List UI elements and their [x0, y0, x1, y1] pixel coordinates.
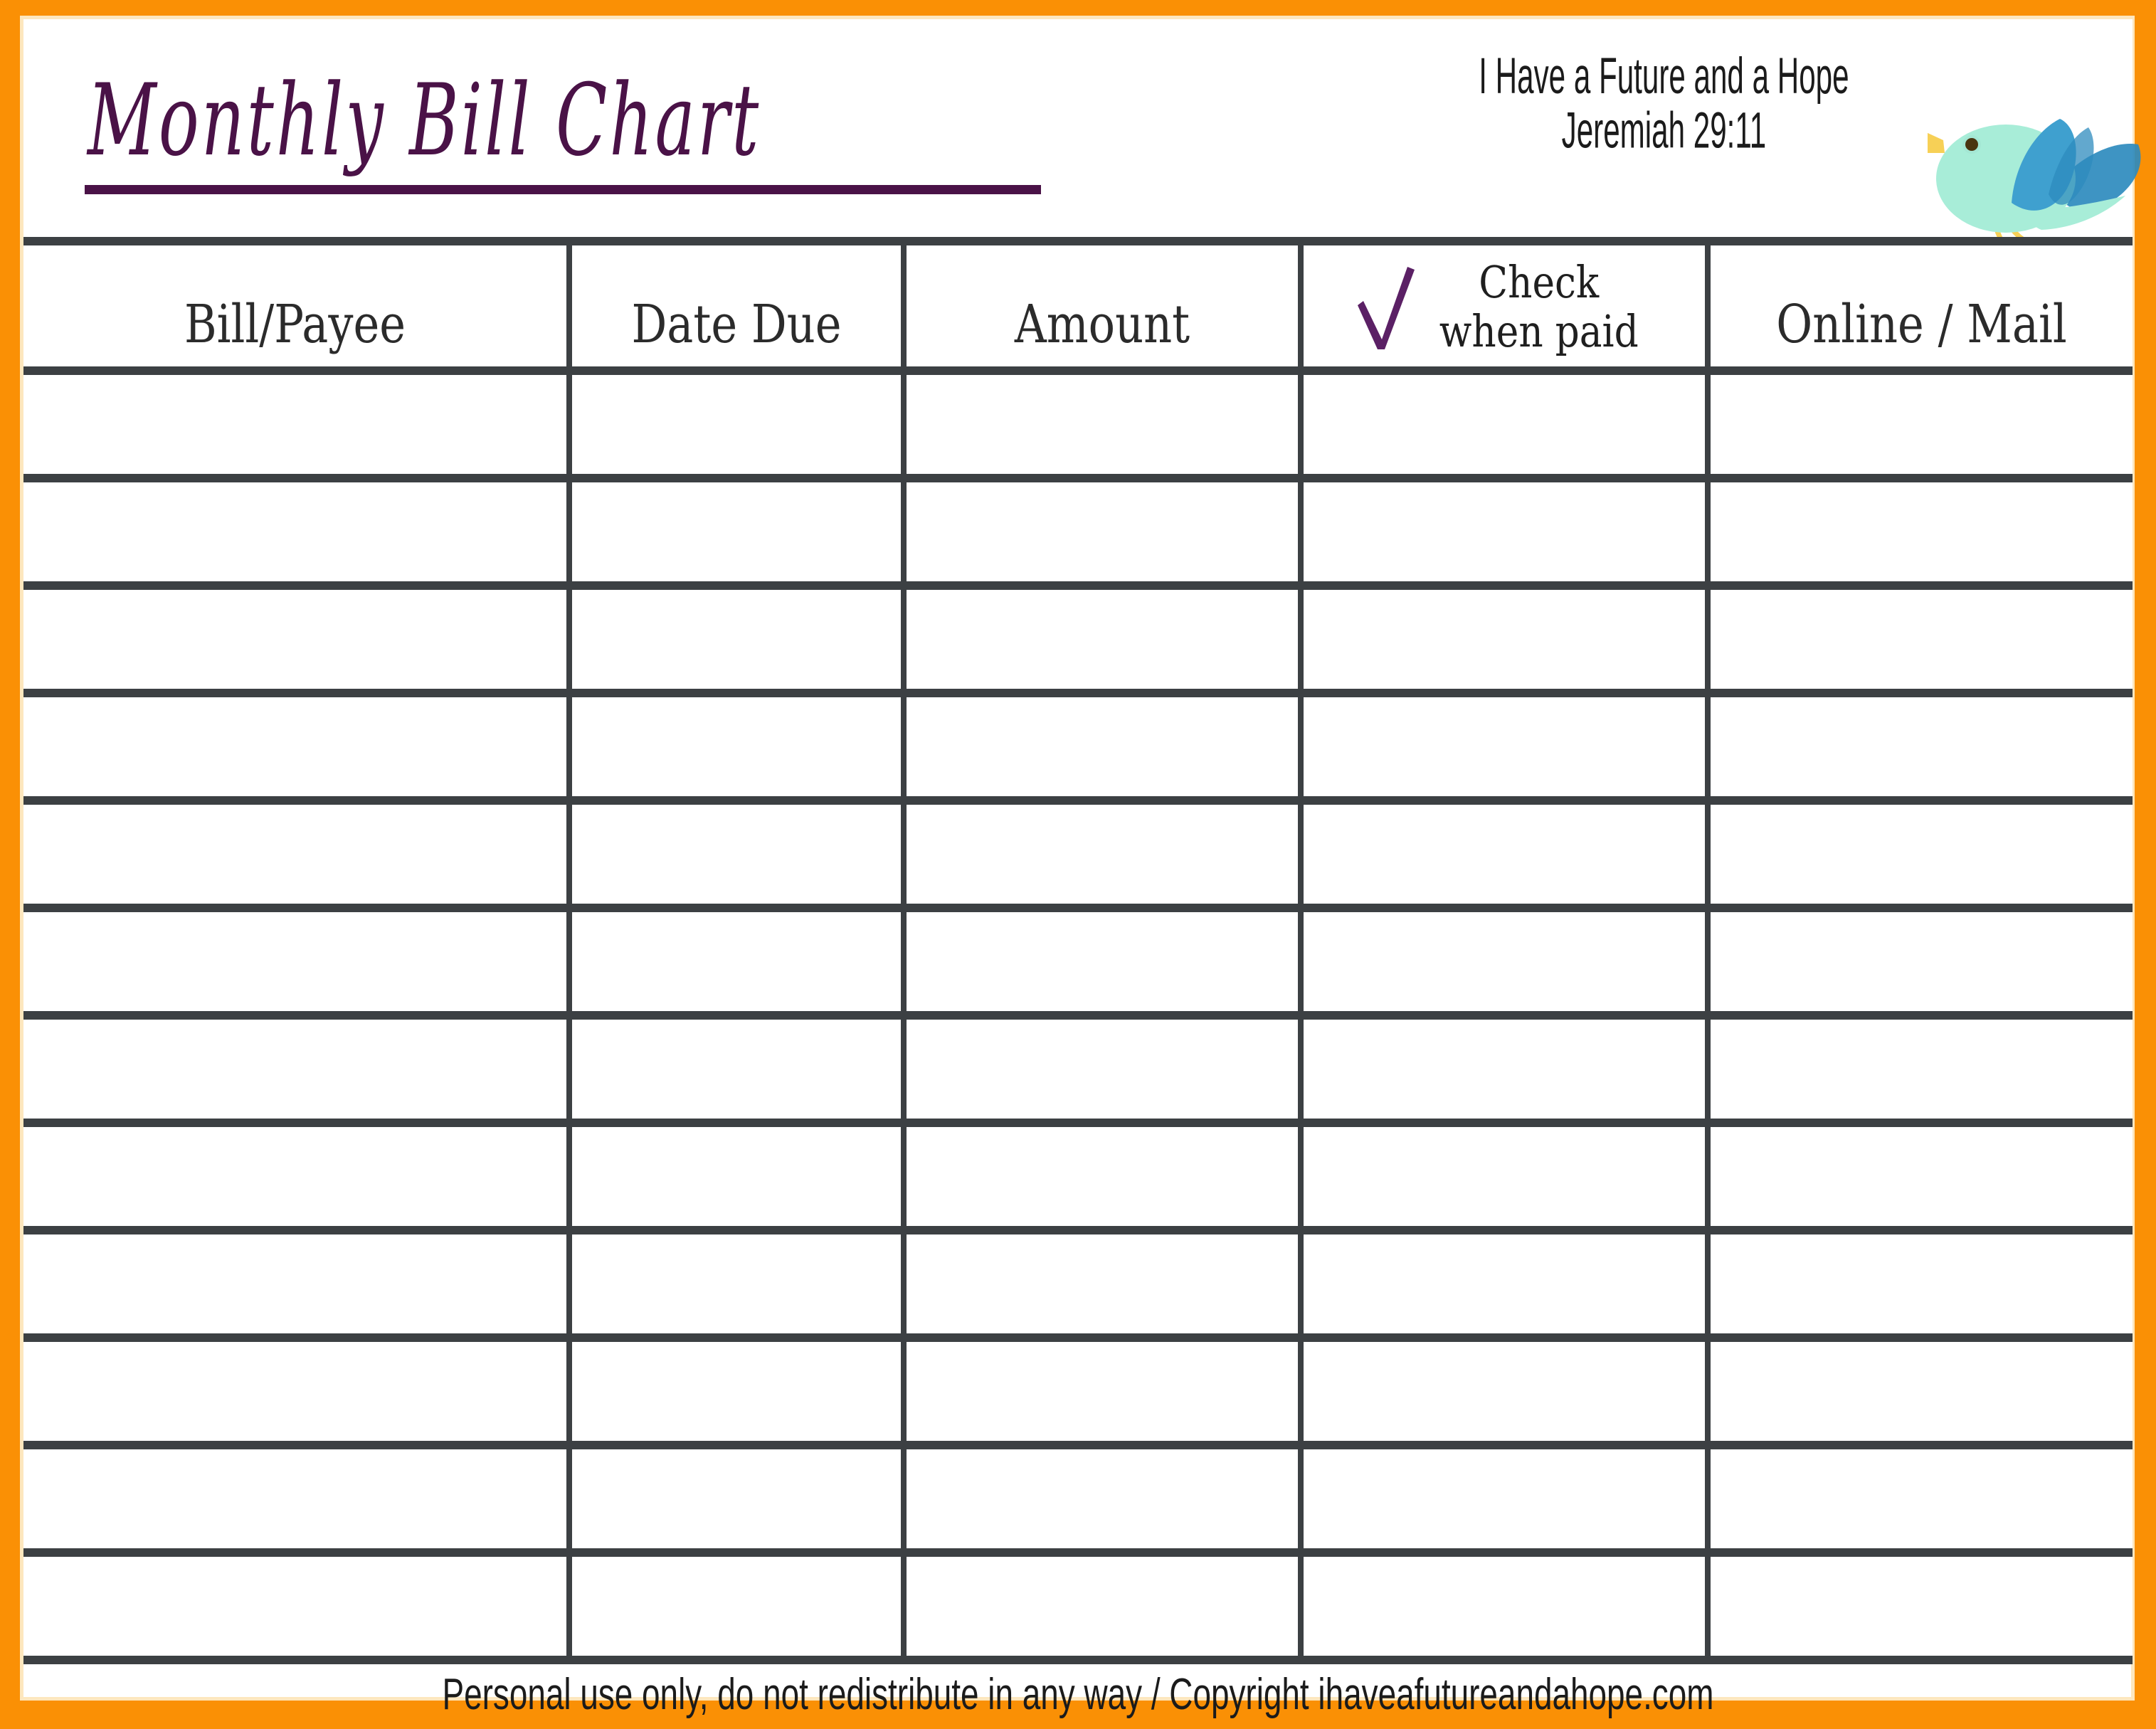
page-border-top: [0, 0, 2156, 16]
table-row: [23, 581, 2133, 697]
cell-amount[interactable]: [901, 1441, 1304, 1557]
cell-bill[interactable]: [23, 904, 572, 1020]
cell-amount[interactable]: [901, 1333, 1304, 1449]
page-title: Monthly Bill Chart: [88, 62, 761, 179]
copyright-footer: Personal use only, do not redistribute i…: [442, 1670, 1714, 1719]
table-row: [23, 1333, 2133, 1449]
cell-bill[interactable]: [23, 474, 572, 590]
column-header-date-due: Date Due: [566, 237, 907, 375]
cell-amount[interactable]: [901, 1548, 1304, 1664]
cell-online[interactable]: [1705, 1333, 2133, 1449]
cell-date[interactable]: [566, 581, 907, 697]
cell-online[interactable]: [1705, 1548, 2133, 1664]
cell-check[interactable]: [1298, 796, 1711, 912]
cell-check[interactable]: [1298, 1333, 1711, 1449]
check-header-line-2: when paid: [1439, 305, 1639, 357]
cell-online[interactable]: [1705, 1226, 2133, 1342]
table-row: [23, 366, 2133, 482]
cell-date[interactable]: [566, 904, 907, 1020]
cell-amount[interactable]: [901, 581, 1304, 697]
cell-date[interactable]: [566, 1011, 907, 1127]
cell-check[interactable]: [1298, 1548, 1711, 1664]
cell-check[interactable]: [1298, 474, 1711, 590]
column-header-check-when-paid-label: Check when paid: [1439, 255, 1639, 357]
table-row: [23, 689, 2133, 805]
cell-amount[interactable]: [901, 474, 1304, 590]
cell-check[interactable]: [1298, 1119, 1711, 1234]
cell-bill[interactable]: [23, 1119, 572, 1234]
cell-amount[interactable]: [901, 904, 1304, 1020]
column-header-online-mail-label: Online / Mail: [1776, 294, 2067, 355]
cell-bill[interactable]: [23, 1226, 572, 1342]
table-header-row: Bill/Payee Date Due Amount Check when pa…: [23, 237, 2133, 375]
column-header-bill-payee: Bill/Payee: [23, 237, 572, 375]
header-band: Monthly Bill Chart I Have a Future and a…: [23, 19, 2141, 265]
cell-date[interactable]: [566, 689, 907, 805]
table-row: [23, 796, 2133, 912]
cell-bill[interactable]: [23, 1333, 572, 1449]
cell-amount[interactable]: [901, 1226, 1304, 1342]
cell-bill[interactable]: [23, 1441, 572, 1557]
cell-date[interactable]: [566, 1226, 907, 1342]
cell-bill[interactable]: [23, 1548, 572, 1664]
cell-date[interactable]: [566, 1333, 907, 1449]
table-row: [23, 1119, 2133, 1234]
tagline-line-2: Jeremiah 29:11: [1561, 102, 1767, 159]
column-header-online-mail: Online / Mail: [1705, 237, 2133, 375]
table-body: [23, 366, 2133, 1664]
cell-check[interactable]: [1298, 366, 1711, 482]
table-row: [23, 1441, 2133, 1557]
check-header-line-1: Check: [1479, 255, 1600, 308]
cell-amount[interactable]: [901, 366, 1304, 482]
page-title-underline: [85, 185, 1041, 194]
cell-check[interactable]: [1298, 904, 1711, 1020]
cell-online[interactable]: [1705, 796, 2133, 912]
cell-online[interactable]: [1705, 1119, 2133, 1234]
cell-date[interactable]: [566, 366, 907, 482]
cell-bill[interactable]: [23, 366, 572, 482]
cell-bill[interactable]: [23, 1011, 572, 1127]
cell-online[interactable]: [1705, 1011, 2133, 1127]
cell-online[interactable]: [1705, 1441, 2133, 1557]
cell-amount[interactable]: [901, 1119, 1304, 1234]
cell-check[interactable]: [1298, 1441, 1711, 1557]
cell-date[interactable]: [566, 1119, 907, 1234]
cell-date[interactable]: [566, 796, 907, 912]
cell-date[interactable]: [566, 1441, 907, 1557]
cell-online[interactable]: [1705, 474, 2133, 590]
cell-date[interactable]: [566, 1548, 907, 1664]
cell-online[interactable]: [1705, 689, 2133, 805]
cell-amount[interactable]: [901, 689, 1304, 805]
cell-check[interactable]: [1298, 1011, 1711, 1127]
cell-amount[interactable]: [901, 796, 1304, 912]
cell-online[interactable]: [1705, 904, 2133, 1020]
cell-bill[interactable]: [23, 689, 572, 805]
column-header-amount-label: Amount: [1014, 294, 1190, 355]
table-row: [23, 1548, 2133, 1664]
cell-online[interactable]: [1705, 366, 2133, 482]
cell-bill[interactable]: [23, 581, 572, 697]
cell-online[interactable]: [1705, 581, 2133, 697]
check-mark-icon: [1358, 267, 1415, 349]
monthly-bill-table: Bill/Payee Date Due Amount Check when pa…: [23, 237, 2133, 1664]
cell-check[interactable]: [1298, 1226, 1711, 1342]
tagline: I Have a Future and a Hope Jeremiah 29:1…: [1430, 47, 1898, 159]
column-header-date-due-label: Date Due: [631, 294, 842, 355]
column-header-amount: Amount: [901, 237, 1304, 375]
page-border-left: [0, 0, 20, 1729]
column-header-bill-payee-label: Bill/Payee: [184, 294, 406, 355]
table-row: [23, 1226, 2133, 1342]
table-row: [23, 904, 2133, 1020]
cell-amount[interactable]: [901, 1011, 1304, 1127]
bill-chart-page: Monthly Bill Chart I Have a Future and a…: [0, 0, 2156, 1729]
table-row: [23, 474, 2133, 590]
cell-check[interactable]: [1298, 689, 1711, 805]
table-row: [23, 1011, 2133, 1127]
cell-date[interactable]: [566, 474, 907, 590]
column-header-check-when-paid: Check when paid: [1298, 237, 1711, 375]
cell-check[interactable]: [1298, 581, 1711, 697]
cell-bill[interactable]: [23, 796, 572, 912]
tagline-line-1: I Have a Future and a Hope: [1479, 47, 1849, 105]
